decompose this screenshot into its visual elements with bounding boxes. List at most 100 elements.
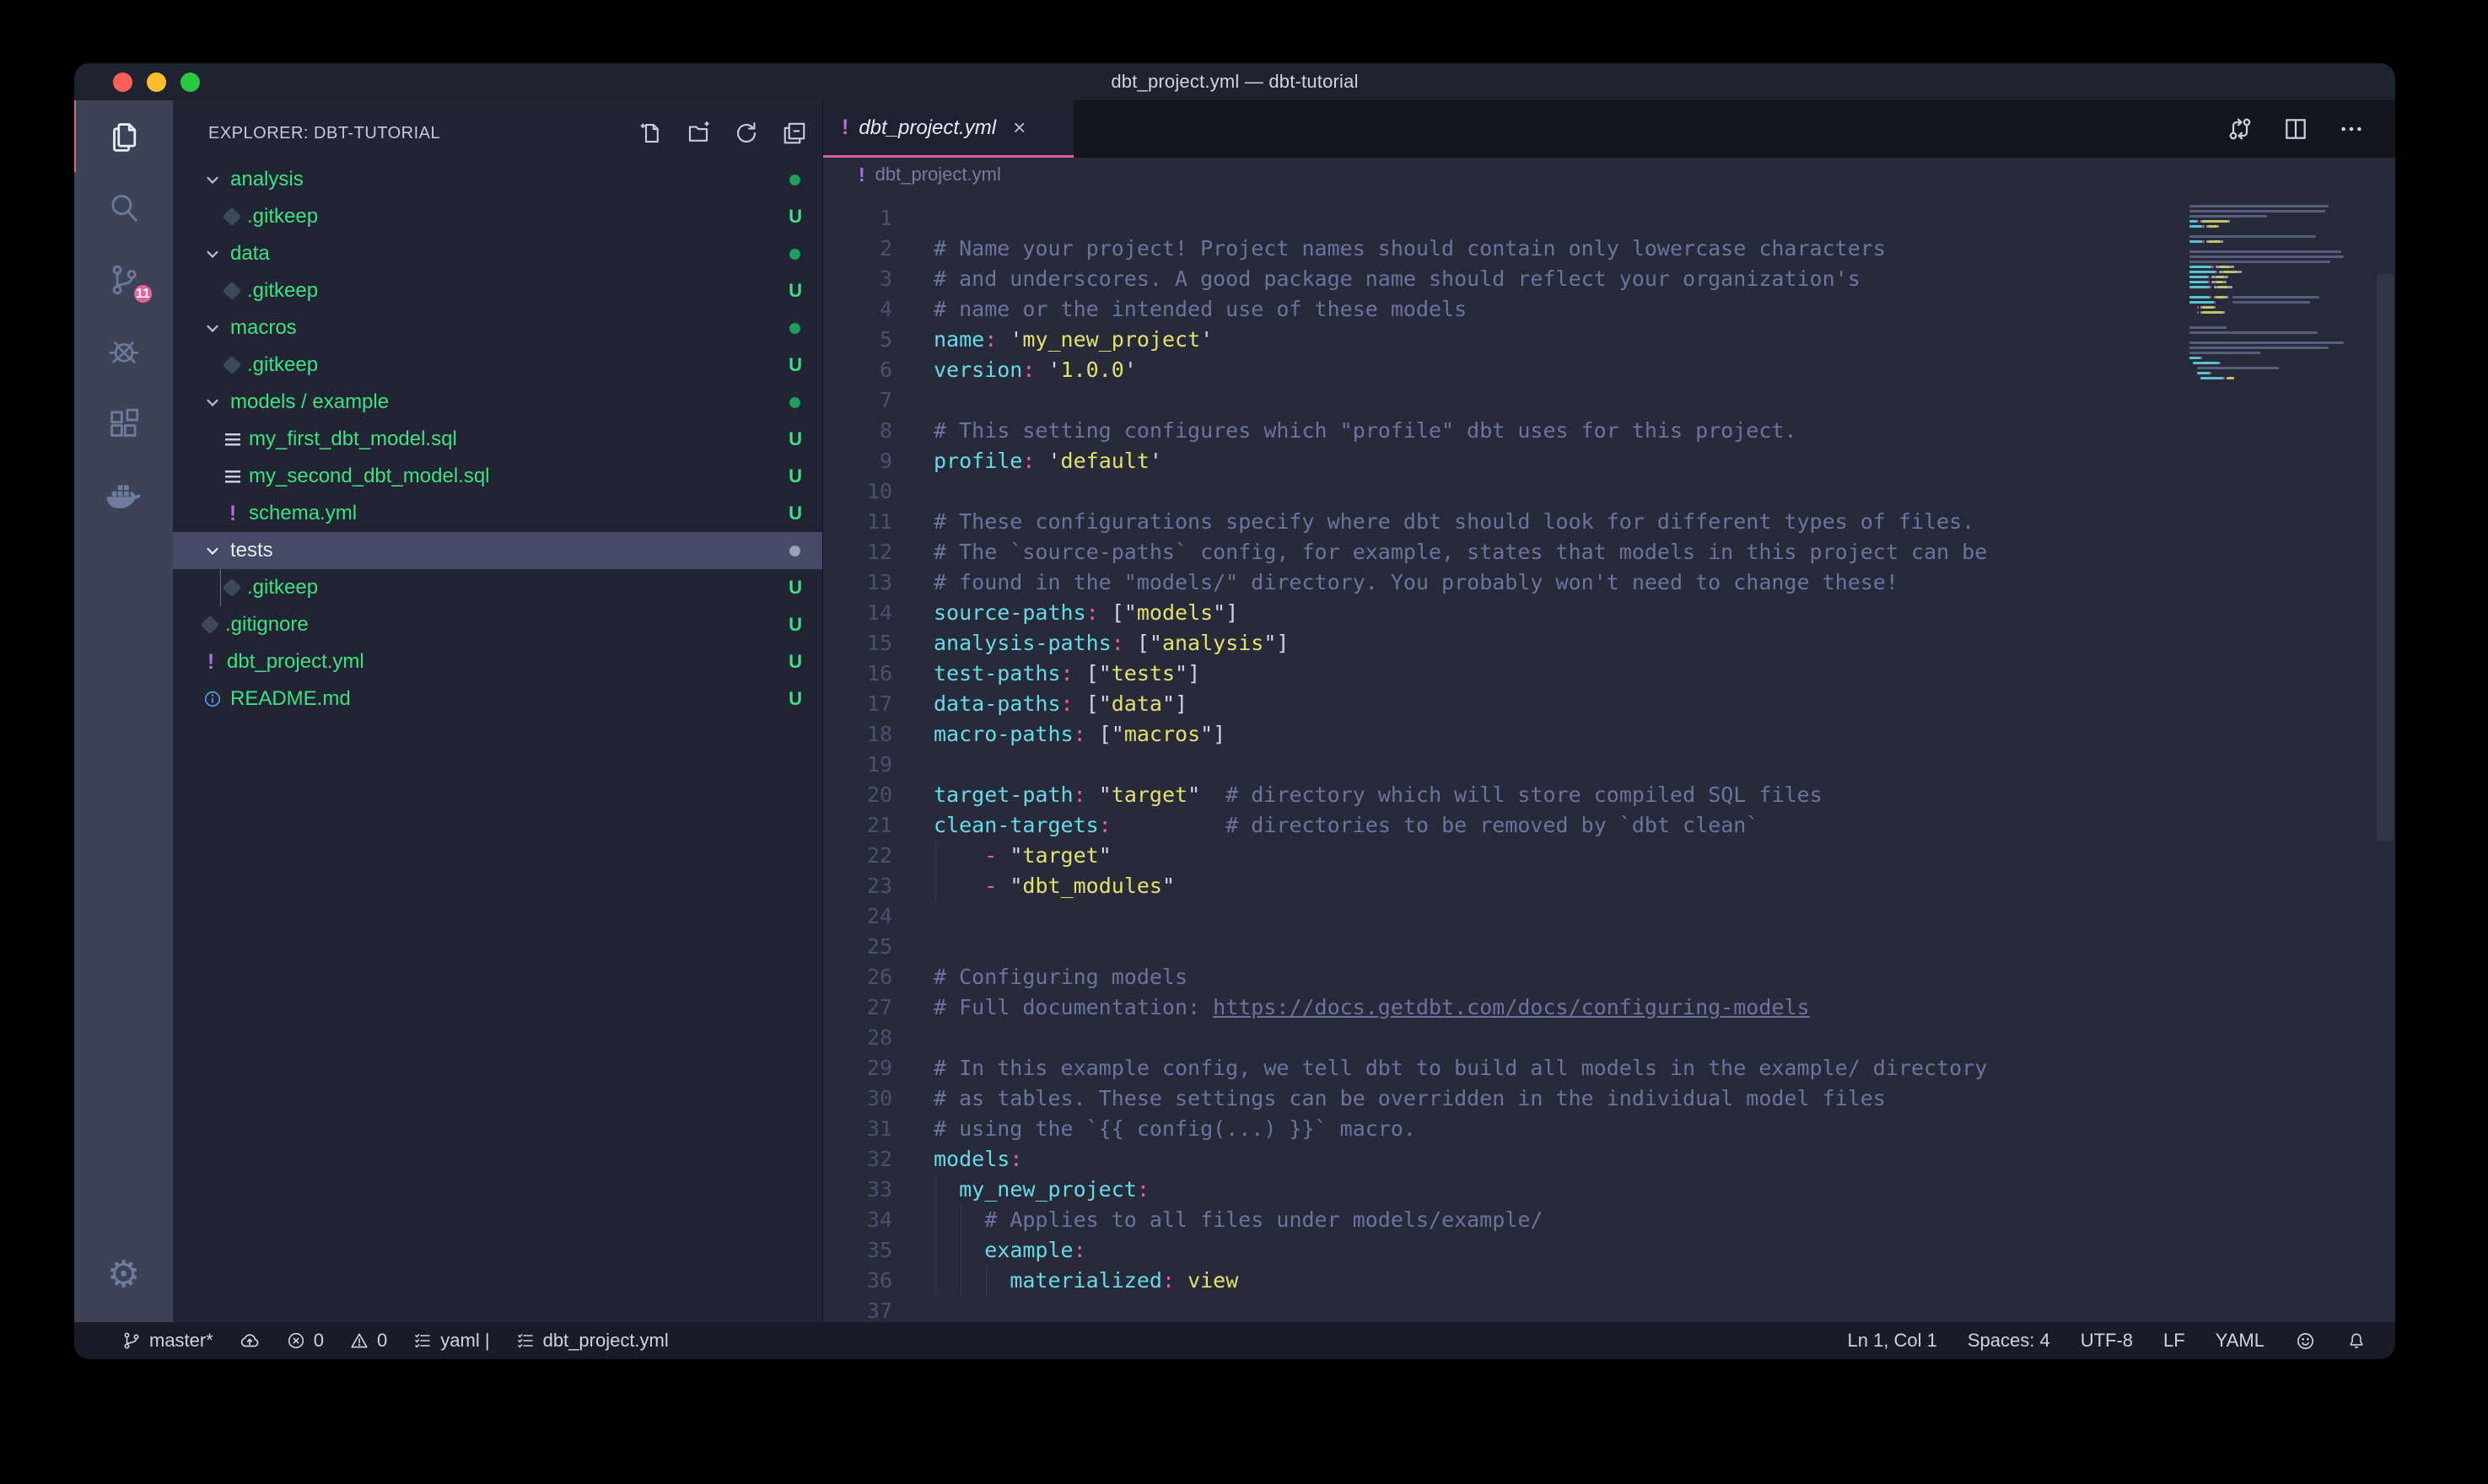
code-line-3[interactable]: 3# and underscores. A good package name … (823, 264, 2395, 294)
line-number: 8 (823, 416, 892, 446)
tree-file--gitkeep[interactable]: .gitkeepU (173, 198, 822, 235)
tree-item-label: my_first_dbt_model.sql (249, 427, 457, 451)
breadcrumb[interactable]: ! dbt_project.yml (823, 158, 2395, 191)
tree-file--gitignore[interactable]: .gitignoreU (173, 606, 822, 643)
new-folder-icon[interactable] (686, 121, 711, 146)
status-publish-changes[interactable] (239, 1330, 261, 1352)
line-number: 3 (823, 264, 892, 294)
status-eol[interactable]: LF (2163, 1330, 2185, 1352)
code-line-14[interactable]: 14source-paths: ["models"] (823, 598, 2395, 628)
activity-source-control[interactable]: 11 (74, 244, 173, 315)
status-language-mode[interactable]: YAML (2216, 1330, 2265, 1352)
code-line-20[interactable]: 20target-path: "target" # directory whic… (823, 780, 2395, 810)
status-errors-count[interactable]: 0 (286, 1330, 324, 1352)
code-line-34[interactable]: 34 # Applies to all files under models/e… (823, 1205, 2395, 1235)
code-line-17[interactable]: 17data-paths: ["data"] (823, 689, 2395, 719)
code-line-8[interactable]: 8# This setting configures which "profil… (823, 416, 2395, 446)
status-linter-file[interactable]: dbt_project.yml (515, 1330, 669, 1352)
code-line-12[interactable]: 12# The `source-paths` config, for examp… (823, 537, 2395, 567)
line-number: 27 (823, 992, 892, 1023)
status-branch-status[interactable]: master* (121, 1330, 213, 1352)
status-label: YAML (2216, 1330, 2265, 1352)
code-line-30[interactable]: 30# as tables. These settings can be ove… (823, 1083, 2395, 1114)
tree-file-my-second-dbt-model-sql[interactable]: my_second_dbt_model.sqlU (173, 458, 822, 495)
code-line-22[interactable]: 22 - "target" (823, 841, 2395, 871)
code-line-29[interactable]: 29# In this example config, we tell dbt … (823, 1053, 2395, 1083)
code-line-9[interactable]: 9profile: 'default' (823, 446, 2395, 476)
code-line-35[interactable]: 35 example: (823, 1235, 2395, 1266)
new-file-icon[interactable] (638, 121, 663, 146)
close-button[interactable] (113, 73, 132, 92)
code-line-5[interactable]: 5name: 'my_new_project' (823, 325, 2395, 355)
activity-search[interactable] (74, 172, 173, 244)
status-notifications[interactable] (2346, 1331, 2367, 1351)
status-warnings-count[interactable]: 0 (349, 1330, 387, 1352)
tree-file--gitkeep[interactable]: .gitkeepU (173, 347, 822, 384)
activity-debug[interactable] (74, 315, 173, 387)
code-line-25[interactable]: 25 (823, 932, 2395, 962)
code-line-15[interactable]: 15analysis-paths: ["analysis"] (823, 628, 2395, 659)
tree-file-dbt-project-yml[interactable]: !dbt_project.ymlU (173, 643, 822, 680)
code-line-36[interactable]: 36 materialized: view (823, 1266, 2395, 1296)
code-line-23[interactable]: 23 - "dbt_modules" (823, 871, 2395, 901)
code-line-21[interactable]: 21clean-targets: # directories to be rem… (823, 810, 2395, 841)
tree-folder-data[interactable]: data (173, 235, 822, 272)
code-line-27[interactable]: 27# Full documentation: https://docs.get… (823, 992, 2395, 1023)
code-line-13[interactable]: 13# found in the "models/" directory. Yo… (823, 567, 2395, 598)
sql-file-icon (225, 433, 240, 446)
git-status-dot (789, 175, 800, 186)
code-line-4[interactable]: 4# name or the intended use of these mod… (823, 294, 2395, 325)
code-line-1[interactable]: 1 (823, 203, 2395, 234)
indent-guide (935, 841, 936, 871)
activity-settings[interactable]: ⚙ (107, 1245, 140, 1304)
tree-folder-macros[interactable]: macros (173, 309, 822, 347)
minimize-button[interactable] (147, 73, 166, 92)
more-actions-icon[interactable] (2338, 116, 2365, 142)
code-line-19[interactable]: 19 (823, 750, 2395, 780)
git-untracked-badge: U (789, 206, 802, 228)
tab-dbt-project-yml[interactable]: ! dbt_project.yml × (823, 100, 1074, 158)
tree-file-readme-md[interactable]: README.mdU (173, 680, 822, 718)
tree-folder-tests[interactable]: tests (173, 532, 822, 569)
code-line-16[interactable]: 16test-paths: ["tests"] (823, 659, 2395, 689)
chevron-down-icon (203, 393, 222, 411)
code-line-2[interactable]: 2# Name your project! Project names shou… (823, 234, 2395, 264)
status-feedback[interactable] (2295, 1331, 2316, 1352)
split-editor-icon[interactable] (2282, 116, 2309, 142)
code-line-24[interactable]: 24 (823, 901, 2395, 932)
tree-file--gitkeep[interactable]: .gitkeepU (173, 569, 822, 606)
code-editor[interactable]: 12# Name your project! Project names sho… (823, 191, 2395, 1322)
tree-folder-analysis[interactable]: analysis (173, 161, 822, 198)
zoom-button[interactable] (180, 73, 200, 92)
tree-file-schema-yml[interactable]: !schema.ymlU (173, 495, 822, 532)
code-line-26[interactable]: 26# Configuring models (823, 962, 2395, 992)
tree-file--gitkeep[interactable]: .gitkeepU (173, 272, 822, 309)
breadcrumb-file[interactable]: dbt_project.yml (875, 164, 1001, 186)
code-line-28[interactable]: 28 (823, 1023, 2395, 1053)
tree-file-my-first-dbt-model-sql[interactable]: my_first_dbt_model.sqlU (173, 421, 822, 458)
status-linter-yaml[interactable]: yaml | (412, 1330, 489, 1352)
compare-changes-icon[interactable] (2227, 116, 2254, 142)
git-file-icon (223, 282, 242, 301)
tree-folder-models-example[interactable]: models / example (173, 384, 822, 421)
close-tab-icon[interactable]: × (1013, 115, 1026, 141)
refresh-icon[interactable] (734, 121, 759, 146)
code-line-31[interactable]: 31# using the `{{ config(...) }}` macro. (823, 1114, 2395, 1144)
activity-docker[interactable] (74, 459, 173, 530)
collapse-all-icon[interactable] (782, 121, 807, 146)
code-line-11[interactable]: 11# These configurations specify where d… (823, 507, 2395, 537)
status-indentation[interactable]: Spaces: 4 (1968, 1330, 2050, 1352)
status-encoding[interactable]: UTF-8 (2081, 1330, 2133, 1352)
checklist-icon (412, 1331, 433, 1351)
code-line-33[interactable]: 33 my_new_project: (823, 1175, 2395, 1205)
code-line-18[interactable]: 18macro-paths: ["macros"] (823, 719, 2395, 750)
code-line-6[interactable]: 6version: '1.0.0' (823, 355, 2395, 385)
code-line-32[interactable]: 32models: (823, 1144, 2395, 1175)
code-line-37[interactable]: 37 (823, 1296, 2395, 1322)
indent-guide (935, 1266, 936, 1296)
code-line-7[interactable]: 7 (823, 385, 2395, 416)
status-cursor-position[interactable]: Ln 1, Col 1 (1847, 1330, 1936, 1352)
activity-extensions[interactable] (74, 387, 173, 459)
code-line-10[interactable]: 10 (823, 476, 2395, 507)
activity-explorer[interactable] (74, 100, 175, 172)
